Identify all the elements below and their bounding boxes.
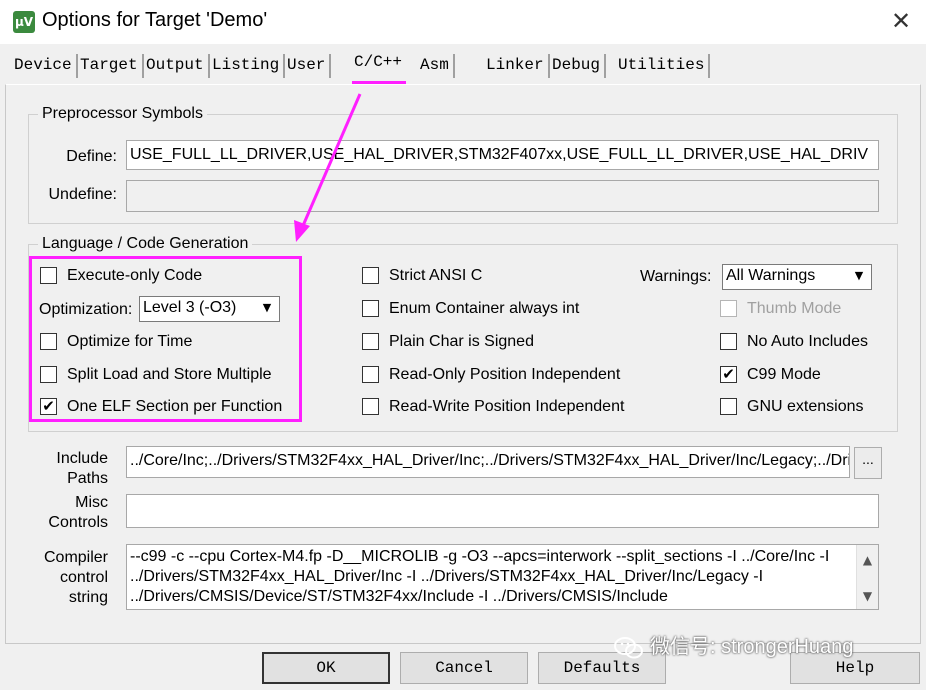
annotation-arrow-head	[294, 220, 310, 242]
wechat-icon	[614, 636, 643, 659]
watermark-text: 微信号: strongerHuang	[650, 636, 854, 658]
annotation-arrow	[294, 93, 362, 242]
annotation-arrow-line	[300, 93, 362, 229]
watermark: 微信号: strongerHuang	[614, 630, 853, 664]
